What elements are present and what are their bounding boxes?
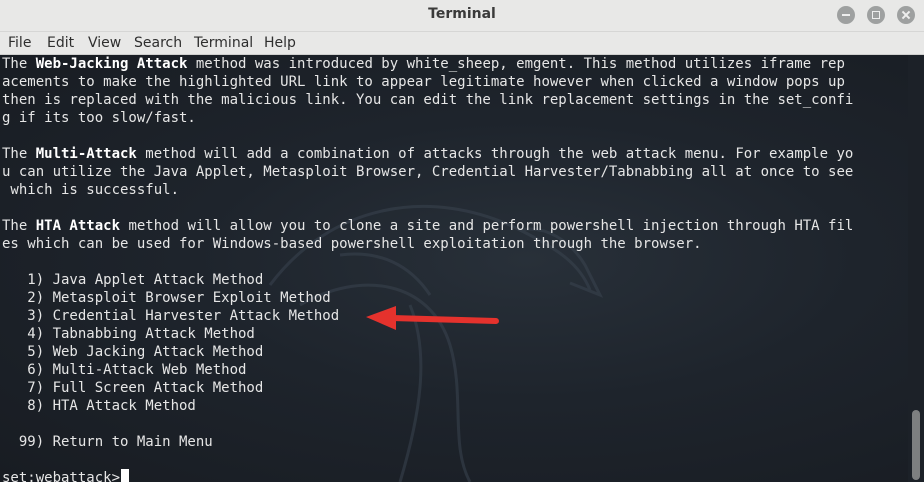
text-cursor <box>121 469 130 482</box>
close-icon[interactable] <box>897 6 915 24</box>
minimize-icon[interactable] <box>837 6 855 24</box>
menu-help[interactable]: Help <box>264 35 296 51</box>
prompt-text: set:webattack> <box>2 470 121 482</box>
menu-bar: File Edit View Search Terminal Help <box>0 32 924 55</box>
terminal-line: es which can be used for Windows-based p… <box>2 236 702 252</box>
terminal-output[interactable]: The Web-Jacking Attack method was introd… <box>0 55 908 482</box>
terminal-line: which is successful. <box>2 182 180 198</box>
menu-edit[interactable]: Edit <box>47 35 74 51</box>
terminal-line: The HTA Attack method will allow you to … <box>2 218 854 234</box>
menu-file[interactable]: File <box>8 35 31 51</box>
scrollbar-thumb[interactable] <box>912 410 920 480</box>
menu-option-2: 2) Metasploit Browser Exploit Method <box>2 290 331 306</box>
terminal-window: Terminal File Edit View Search Terminal … <box>0 0 924 482</box>
vertical-scrollbar[interactable] <box>908 55 924 482</box>
terminal-line: acements to make the highlighted URL lin… <box>2 74 845 90</box>
window-title: Terminal <box>428 6 496 22</box>
menu-option-3: 3) Credential Harvester Attack Method <box>2 308 340 324</box>
menu-option-6: 6) Multi-Attack Web Method <box>2 362 247 378</box>
menu-option-5: 5) Web Jacking Attack Method <box>2 344 264 360</box>
menu-option-4: 4) Tabnabbing Attack Method <box>2 326 255 342</box>
menu-view[interactable]: View <box>88 35 121 51</box>
menu-terminal[interactable]: Terminal <box>194 35 253 51</box>
maximize-icon[interactable] <box>867 6 885 24</box>
menu-option-1: 1) Java Applet Attack Method <box>2 272 264 288</box>
terminal-line: u can utilize the Java Applet, Metasploi… <box>2 164 854 180</box>
title-bar[interactable]: Terminal <box>0 0 924 32</box>
command-prompt[interactable]: set:webattack> <box>2 469 130 482</box>
terminal-line: g if its too slow/fast. <box>2 110 196 126</box>
menu-search[interactable]: Search <box>134 35 182 51</box>
terminal-line: then is replaced with the malicious link… <box>2 92 854 108</box>
menu-option-7: 7) Full Screen Attack Method <box>2 380 264 396</box>
menu-option-8: 8) HTA Attack Method <box>2 398 196 414</box>
terminal-line: The Web-Jacking Attack method was introd… <box>2 56 845 72</box>
terminal-line: The Multi-Attack method will add a combi… <box>2 146 854 162</box>
menu-option-99: 99) Return to Main Menu <box>2 434 213 450</box>
